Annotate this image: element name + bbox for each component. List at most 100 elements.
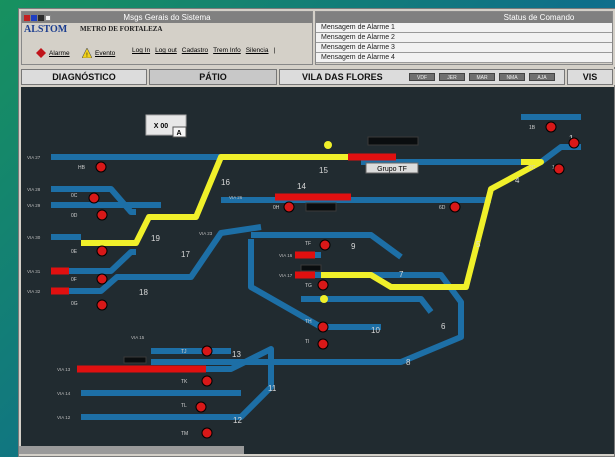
track-number-8: 8 xyxy=(406,358,411,367)
signal-label: TH xyxy=(305,319,312,325)
signal-lamp[interactable] xyxy=(201,375,213,387)
messages-title: Msgs Gerais do Sistema xyxy=(22,12,312,23)
station-chip-nma[interactable]: NMA xyxy=(499,73,525,81)
via-label: VIA 15 xyxy=(131,335,145,340)
signal-label: 0D xyxy=(71,213,78,219)
signal-lamp[interactable] xyxy=(88,192,100,204)
route-marker-yellow xyxy=(324,141,332,149)
track-number-6: 6 xyxy=(441,322,446,331)
alarm-button[interactable]: Alarme xyxy=(36,48,70,58)
menu-logout[interactable]: Log out xyxy=(155,47,177,54)
track-number-18: 18 xyxy=(139,288,148,297)
station-chip-mar[interactable]: MAR xyxy=(469,73,495,81)
signal-label: TJ xyxy=(181,349,187,355)
signal-lamp[interactable] xyxy=(568,137,580,149)
tab-vis[interactable]: VIS xyxy=(567,69,613,85)
alarm-message-1[interactable]: Mensagem de Alarme 1 xyxy=(316,23,612,33)
via-label: VIA 26 xyxy=(229,195,243,200)
signal-lamp[interactable] xyxy=(95,161,107,173)
signal-lamp[interactable] xyxy=(201,345,213,357)
header: Msgs Gerais do Sistema ALSTOM METRO DE F… xyxy=(19,9,615,67)
via-label: VIA 12 xyxy=(57,415,71,420)
track-number-12: 12 xyxy=(233,416,242,425)
track-number-15: 15 xyxy=(319,166,328,175)
menu-cadastro[interactable]: Cadastro xyxy=(182,47,208,54)
event-label: Evento xyxy=(95,49,116,57)
signal-label: 0H xyxy=(273,205,280,211)
signal-lamp[interactable] xyxy=(449,201,461,213)
tab-patio[interactable]: PÁTIO xyxy=(149,69,277,85)
track-number-11: 11 xyxy=(268,384,277,393)
alarm-message-4[interactable]: Mensagem de Alarme 4 xyxy=(316,53,612,63)
signal-lamp[interactable] xyxy=(201,427,213,439)
info-box xyxy=(305,202,337,212)
signal-lamp[interactable] xyxy=(545,121,557,133)
via-label: VIA 13 xyxy=(57,367,71,372)
track-number-9: 9 xyxy=(351,242,356,251)
signal-lamp[interactable] xyxy=(317,279,329,291)
signal-lamp[interactable] xyxy=(195,401,207,413)
station-chip-jer[interactable]: JER xyxy=(439,73,465,81)
signal-lamp[interactable] xyxy=(553,163,565,175)
signal-lamp[interactable] xyxy=(317,321,329,333)
station-chip-vdf[interactable]: VDF xyxy=(409,73,435,81)
signal-label: 6D xyxy=(439,205,446,211)
via-label: VIA 14 xyxy=(57,391,71,396)
signal-lamp[interactable] xyxy=(96,273,108,285)
view-tabs: DIAGNÓSTICO PÁTIO VILA DAS FLORES VDF JE… xyxy=(19,69,615,85)
track-number-19: 19 xyxy=(151,234,160,243)
general-messages-panel: Msgs Gerais do Sistema ALSTOM METRO DE F… xyxy=(21,11,313,65)
track-number-7: 7 xyxy=(399,270,404,279)
info-box xyxy=(300,264,322,272)
alarm-message-3[interactable]: Mensagem de Alarme 3 xyxy=(316,43,612,53)
info-box xyxy=(367,136,419,146)
track-layout: X 00 A Grupo TF 1 4 5 6 7 8 xyxy=(27,114,581,439)
track-number-14: 14 xyxy=(297,182,306,191)
station-chip-aja[interactable]: AJA xyxy=(529,73,555,81)
command-status-panel: Status de Comando Mensagem de Alarme 1 M… xyxy=(315,11,613,65)
signal-lamp[interactable] xyxy=(96,245,108,257)
via-label: VIA 16 xyxy=(279,253,293,258)
track-number-13: 13 xyxy=(232,350,241,359)
menu-trem-info[interactable]: Trem Info xyxy=(213,47,241,54)
signal-label: TL xyxy=(181,403,187,409)
route-marker-yellow xyxy=(320,295,328,303)
menu-silencia[interactable]: Silencia xyxy=(246,47,269,54)
signal-label: 2C xyxy=(529,165,536,171)
horizontal-scrollbar[interactable] xyxy=(19,446,244,454)
brand-logo: ALSTOM xyxy=(24,24,68,35)
signal-lamp[interactable] xyxy=(319,239,331,251)
alarm-message-2[interactable]: Mensagem de Alarme 2 xyxy=(316,33,612,43)
via-label: VIA 31 xyxy=(27,269,41,274)
track-number-5: 5 xyxy=(476,240,481,249)
track-line xyxy=(301,296,434,314)
signal-lamp[interactable] xyxy=(317,338,329,350)
signal-label: HB xyxy=(78,165,86,171)
tab-diagnostico[interactable]: DIAGNÓSTICO xyxy=(21,69,147,85)
via-label: VIA 30 xyxy=(27,235,41,240)
menu-login[interactable]: Log In xyxy=(132,47,150,54)
signal-lamp[interactable] xyxy=(283,201,295,213)
signal-label: TI xyxy=(305,339,309,345)
menu-bar: Log In Log out Cadastro Trem Info Silenc… xyxy=(132,47,275,54)
signal-label: TM xyxy=(181,431,188,437)
via-label: VIA 23 xyxy=(199,231,213,236)
yard-diagram: X 00 A Grupo TF 1 4 5 6 7 8 xyxy=(21,87,614,454)
via-label: VIA 28 xyxy=(27,187,41,192)
signal-label: 0C xyxy=(71,193,78,199)
track-number-10: 10 xyxy=(371,326,380,335)
signal-lamp[interactable] xyxy=(96,209,108,221)
logo-red-square xyxy=(24,15,30,21)
logo-white-square xyxy=(45,15,51,21)
event-button[interactable]: ! Evento xyxy=(82,48,115,58)
track-number-17: 17 xyxy=(181,250,190,259)
signal-lamp[interactable] xyxy=(96,299,108,311)
signal-label: TK xyxy=(181,379,188,385)
signal-label: TG xyxy=(305,283,312,289)
brand-subtitle: METRO DE FORTALEZA xyxy=(80,25,163,33)
command-status-title: Status de Comando xyxy=(316,12,612,23)
signal-label: 0E xyxy=(71,249,78,255)
route-line xyxy=(321,159,544,290)
command-status-label: Status de Comando xyxy=(503,13,575,22)
logo-dark-square xyxy=(38,15,44,21)
